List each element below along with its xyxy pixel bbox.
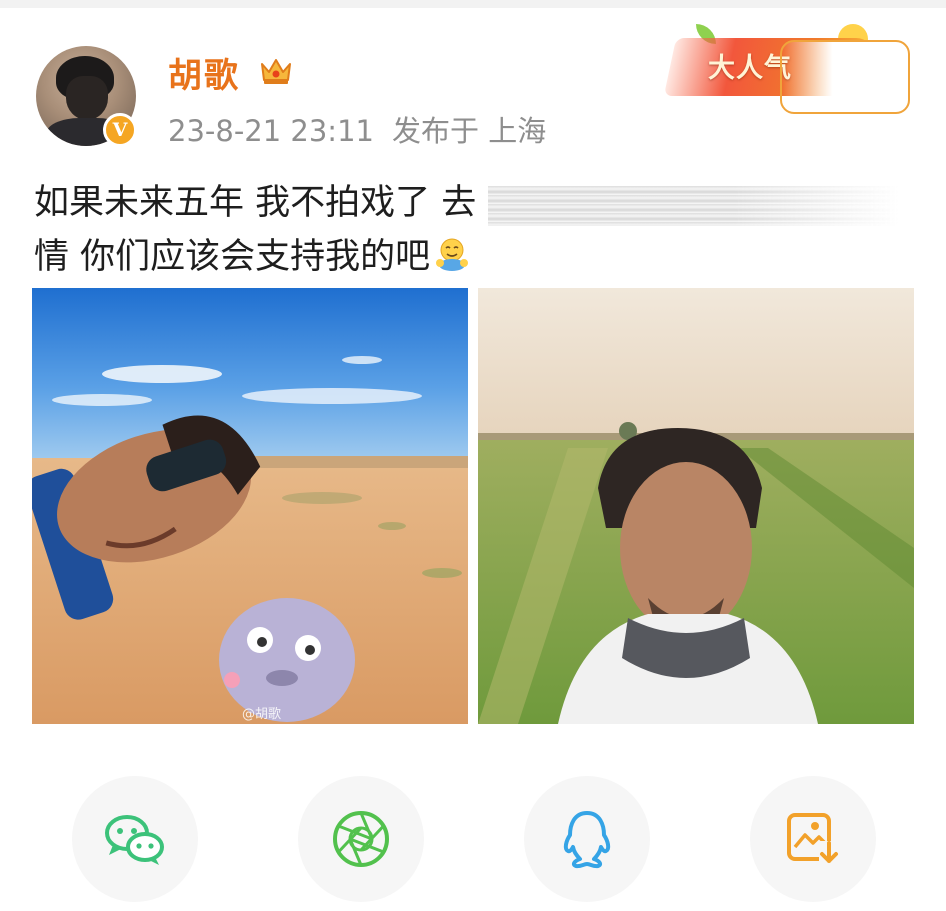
share-qq-button[interactable] xyxy=(524,776,650,902)
wechat-icon xyxy=(105,815,164,865)
hug-emoji-icon xyxy=(436,238,469,271)
post-image-1[interactable]: @胡歌 xyxy=(32,288,468,724)
post-timestamp: 23-8-21 23:11 xyxy=(168,114,374,148)
popularity-tag: 大人气 xyxy=(663,24,915,114)
post-meta: 23-8-21 23:11 发布于 上海 xyxy=(168,108,546,150)
crown-icon xyxy=(261,59,291,84)
top-divider xyxy=(0,0,946,8)
tag-frame-redacted xyxy=(780,40,910,114)
weibo-post-screen: V 胡歌 23-8-21 23:11 发布于 上海 大人气 如果未来五年 我不拍戏… xyxy=(0,0,946,911)
save-image-icon xyxy=(787,813,839,865)
post-location: 发布于 上海 xyxy=(391,114,547,148)
share-moments-button[interactable] xyxy=(298,776,424,902)
field-selfie-image xyxy=(478,288,914,724)
post-image-2[interactable] xyxy=(478,288,914,724)
redacted-text-blur xyxy=(488,186,900,226)
verified-badge-icon: V xyxy=(103,113,137,147)
qq-icon xyxy=(563,811,611,869)
share-row xyxy=(0,776,946,902)
author-name[interactable]: 胡歌 xyxy=(168,48,240,97)
share-wechat-button[interactable] xyxy=(72,776,198,902)
avatar-face xyxy=(66,76,108,120)
image-watermark: @胡歌 xyxy=(242,707,281,722)
moments-icon xyxy=(333,811,389,867)
post-text-line-2: 情 你们应该会支持我的吧 xyxy=(34,230,914,284)
post-text-line-2-text: 情 你们应该会支持我的吧 xyxy=(34,237,431,277)
save-image-button[interactable] xyxy=(750,776,876,902)
desert-selfie-image: @胡歌 xyxy=(32,288,468,724)
